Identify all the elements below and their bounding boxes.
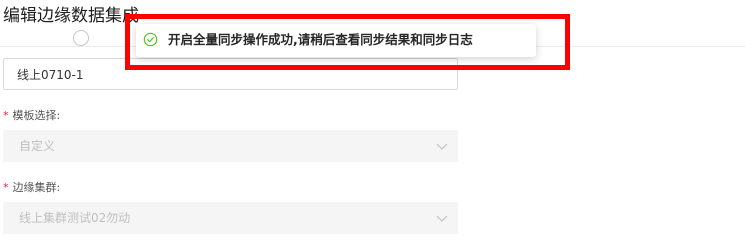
template-select-value: 自定义 <box>19 139 56 153</box>
template-label-text: 模板选择: <box>12 109 61 122</box>
toast-message: 开启全量同步操作成功,请稍后查看同步结果和同步日志 <box>168 32 473 47</box>
cluster-select[interactable]: 线上集群测试02勿动 <box>3 202 458 234</box>
template-label: * 模板选择: <box>3 108 60 124</box>
page-title: 编辑边缘数据集成 <box>3 6 139 26</box>
template-select[interactable]: 自定义 <box>3 130 458 162</box>
required-mark: * <box>3 181 9 194</box>
cluster-label-text: 边缘集群: <box>12 181 61 194</box>
required-mark: * <box>3 109 9 122</box>
chevron-down-icon <box>436 143 448 150</box>
success-toast: 开启全量同步操作成功,请稍后查看同步结果和同步日志 <box>136 24 536 57</box>
step-indicator <box>73 30 89 46</box>
check-circle-icon <box>143 32 158 47</box>
integration-name-input[interactable] <box>3 58 458 90</box>
chevron-down-icon <box>436 215 448 222</box>
cluster-select-value: 线上集群测试02勿动 <box>19 211 131 225</box>
cluster-label: * 边缘集群: <box>3 180 60 196</box>
